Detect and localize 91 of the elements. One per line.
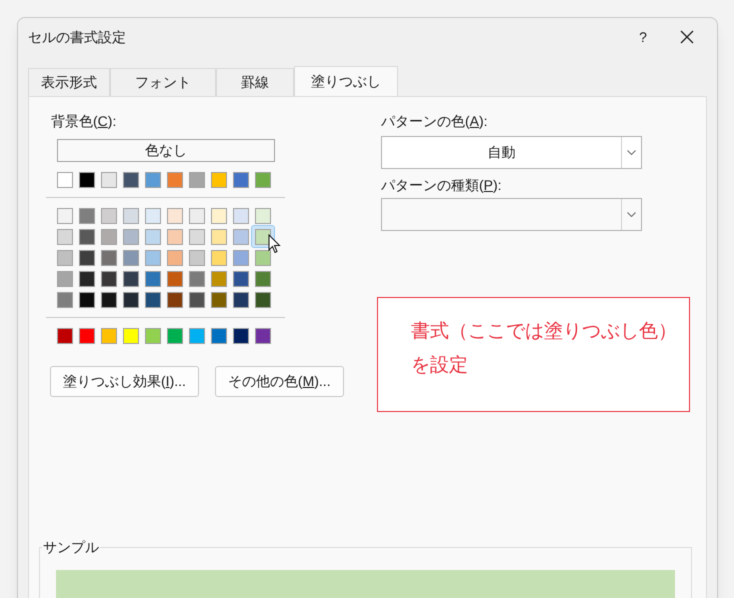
sample-label: サンプル [42,538,100,556]
color-swatch[interactable] [123,250,139,266]
color-swatch[interactable] [189,328,205,344]
tab[interactable]: 塗りつぶし [294,66,398,96]
tab[interactable]: フォント [110,68,216,96]
color-swatch[interactable] [211,328,227,344]
color-swatch[interactable] [167,250,183,266]
color-swatch[interactable] [79,172,95,188]
color-swatch[interactable] [123,208,139,224]
color-swatch[interactable] [123,172,139,188]
color-swatch[interactable] [57,292,73,308]
color-swatch[interactable] [79,208,95,224]
color-swatch[interactable] [211,228,227,244]
color-swatch[interactable] [255,270,271,286]
color-swatch[interactable] [255,228,271,244]
color-swatch[interactable] [123,292,139,308]
tab[interactable]: 表示形式 [28,68,110,96]
color-swatch[interactable] [211,292,227,308]
color-swatch[interactable] [101,292,117,308]
color-swatch[interactable] [57,328,73,344]
chevron-down-icon [627,150,636,155]
pattern-style-dropdown[interactable] [381,198,642,231]
color-swatch[interactable] [255,250,271,266]
color-swatch[interactable] [79,228,95,244]
color-swatch[interactable] [101,228,117,244]
color-swatch[interactable] [79,328,95,344]
color-swatch[interactable] [233,172,249,188]
color-swatch[interactable] [57,250,73,266]
color-swatch[interactable] [233,228,249,244]
color-swatch[interactable] [167,172,183,188]
color-swatch[interactable] [101,208,117,224]
color-swatch[interactable] [233,208,249,224]
color-swatch[interactable] [79,292,95,308]
color-swatch[interactable] [145,250,161,266]
color-swatch[interactable] [101,270,117,286]
color-swatch[interactable] [189,250,205,266]
help-button[interactable]: ? [625,22,661,52]
mouse-pointer-icon [268,234,281,254]
window-title: セルの書式設定 [28,28,127,46]
color-swatch[interactable] [57,172,73,188]
color-swatch[interactable] [101,172,117,188]
color-swatch[interactable] [255,292,271,308]
color-swatch[interactable] [145,208,161,224]
tab[interactable]: 罫線 [216,68,294,96]
color-swatch[interactable] [123,228,139,244]
color-swatch[interactable] [101,328,117,344]
color-swatch[interactable] [145,172,161,188]
pattern-color-dropdown[interactable]: 自動 [381,136,642,169]
close-icon [680,30,694,44]
pattern-color-label: パターンの色(A): [381,112,489,131]
color-swatch[interactable] [233,292,249,308]
annotation-text: を設定 [411,354,469,378]
color-swatch[interactable] [57,270,73,286]
color-swatch[interactable] [189,270,205,286]
color-swatch[interactable] [79,270,95,286]
color-swatch[interactable] [57,208,73,224]
color-swatch[interactable] [101,250,117,266]
color-swatch[interactable] [57,228,73,244]
color-swatch[interactable] [145,292,161,308]
color-swatch[interactable] [123,270,139,286]
color-swatch[interactable] [255,328,271,344]
annotation-text: 書式（ここでは塗りつぶし色） [411,320,678,344]
color-swatch[interactable] [79,250,95,266]
color-swatch[interactable] [167,208,183,224]
dialog-button[interactable]: その他の色(M)... [214,366,344,397]
no-color-button[interactable]: 色なし [57,139,275,162]
color-swatch[interactable] [233,270,249,286]
color-swatch[interactable] [211,172,227,188]
color-swatch[interactable] [189,228,205,244]
color-swatch[interactable] [211,250,227,266]
color-swatch[interactable] [189,172,205,188]
color-swatch[interactable] [189,292,205,308]
color-swatch[interactable] [167,270,183,286]
color-swatch[interactable] [145,270,161,286]
pattern-style-label: パターンの種類(P): [381,176,503,195]
color-swatch[interactable] [167,328,183,344]
color-swatch[interactable] [167,292,183,308]
color-swatch[interactable] [167,228,183,244]
color-swatch[interactable] [233,250,249,266]
chevron-down-icon [627,212,636,217]
color-swatch[interactable] [145,328,161,344]
color-swatch[interactable] [233,328,249,344]
color-swatch[interactable] [255,172,271,188]
color-swatch[interactable] [211,208,227,224]
color-swatch[interactable] [145,228,161,244]
color-swatch[interactable] [255,208,271,224]
color-swatch[interactable] [123,328,139,344]
color-swatch[interactable] [189,208,205,224]
background-color-label: 背景色(C): [51,112,118,131]
dialog-button[interactable]: 塗りつぶし効果(I)... [50,366,199,397]
color-swatch[interactable] [211,270,227,286]
